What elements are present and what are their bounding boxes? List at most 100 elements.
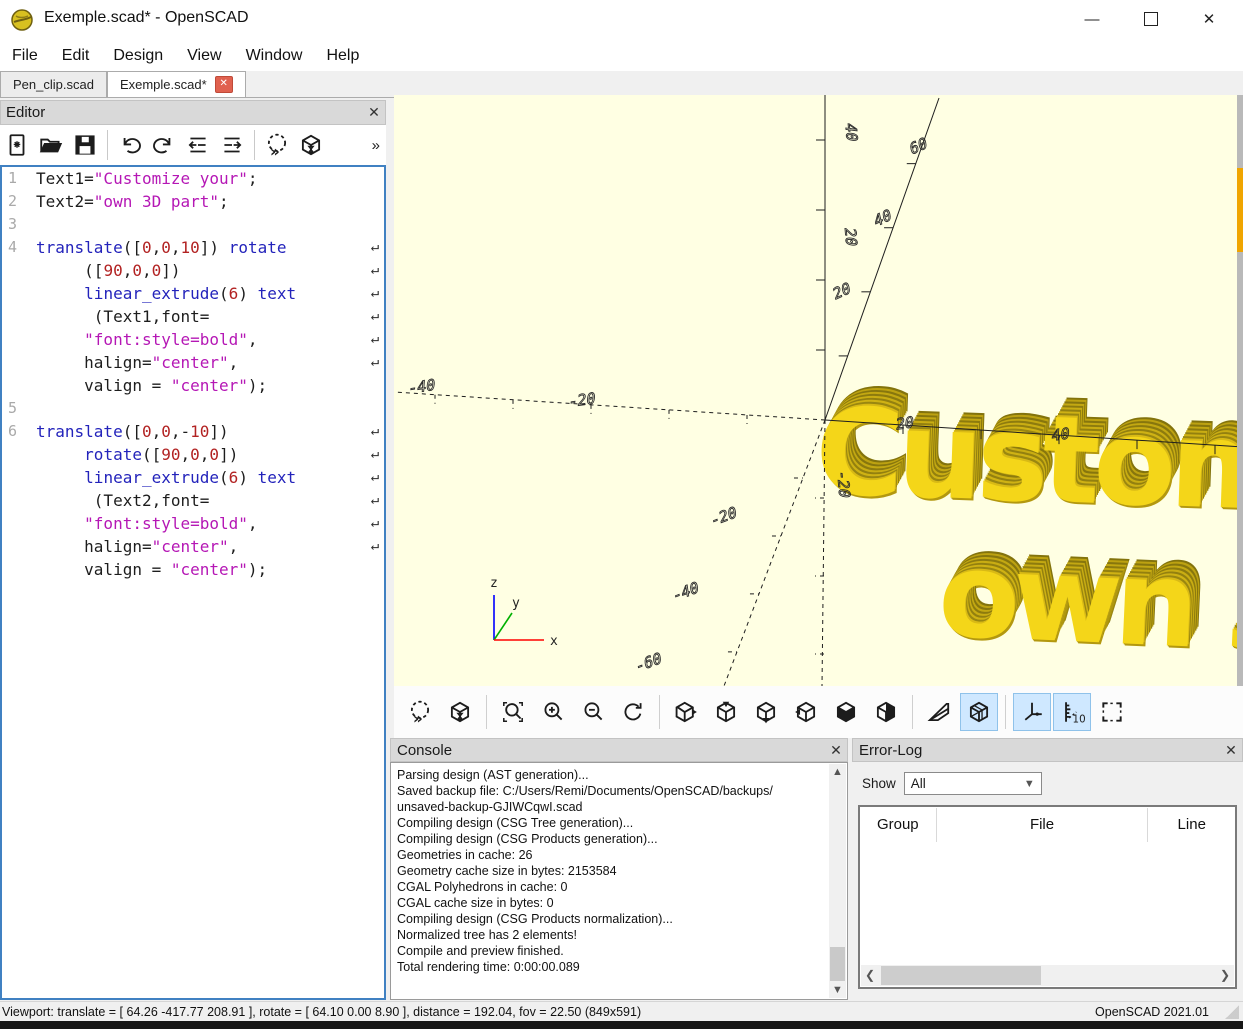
line-number: 2: [2, 190, 36, 213]
resize-grip[interactable]: [1225, 1005, 1239, 1019]
menu-view[interactable]: View: [175, 43, 233, 69]
zoom-out-icon: [580, 699, 606, 725]
show-scale-button[interactable]: 10: [1053, 693, 1091, 731]
scroll-right-icon[interactable]: ❯: [1216, 965, 1234, 986]
line-number: [2, 489, 36, 512]
save-file-icon: [72, 132, 98, 158]
show-filter-dropdown[interactable]: All ▼: [904, 772, 1042, 795]
code-row: rotate([90,0,0])↵: [2, 443, 384, 466]
code-line-text: halign="center",: [36, 535, 366, 558]
errorlog-close-icon[interactable]: ✕: [1220, 742, 1242, 759]
console-output[interactable]: Parsing design (AST generation)...Saved …: [390, 762, 848, 1000]
perspective-button[interactable]: [920, 693, 958, 731]
console-line: Saved backup file: C:/Users/Remi/Documen…: [397, 783, 827, 799]
code-row: halign="center",↵: [2, 351, 384, 374]
menu-file[interactable]: File: [0, 43, 50, 69]
show-axes-icon: [1019, 699, 1045, 725]
axis-tick-label: -20: [710, 503, 738, 530]
errorlog-scroll-thumb[interactable]: [881, 966, 1041, 985]
toolbar-separator: [254, 130, 255, 160]
view-back-button[interactable]: [867, 693, 905, 731]
show-axes-button[interactable]: [1013, 693, 1051, 731]
toolbar-overflow-button[interactable]: »: [372, 137, 380, 154]
zoom-in-button[interactable]: [534, 693, 572, 731]
code-line-text: rotate([90,0,0]): [36, 443, 366, 466]
maximize-button[interactable]: [1128, 0, 1174, 38]
view-left-button[interactable]: [787, 693, 825, 731]
viewport-toolbar: » 10: [394, 686, 1243, 738]
scroll-left-icon[interactable]: ❮: [861, 965, 879, 986]
menu-edit[interactable]: Edit: [50, 43, 102, 69]
view-back-icon: [873, 699, 899, 725]
viewport-status-text: Viewport: translate = [ 64.26 -417.77 20…: [2, 1005, 1095, 1019]
render-icon: [298, 132, 324, 158]
wrap-marker-icon: [366, 190, 384, 213]
close-button[interactable]: ✕: [1186, 0, 1232, 38]
console-scroll-thumb[interactable]: [830, 947, 845, 981]
tab-exemple-scad-[interactable]: Exemple.scad*✕: [107, 71, 246, 97]
console-line: CGAL Polyhedrons in cache: 0: [397, 879, 827, 895]
save-file-button[interactable]: [69, 129, 101, 161]
console-scrollbar[interactable]: ▲ ▼: [829, 764, 846, 998]
menu-help[interactable]: Help: [314, 43, 371, 69]
view-all-button[interactable]: [1093, 693, 1131, 731]
wrap-marker-icon: ↵: [366, 305, 384, 328]
menu-window[interactable]: Window: [234, 43, 315, 69]
code-row: 6translate([0,0,-10])↵: [2, 420, 384, 443]
unindent-button[interactable]: [182, 129, 214, 161]
undo-button[interactable]: [114, 129, 146, 161]
code-editor[interactable]: 1Text1="Customize your";2Text2="own 3D p…: [0, 165, 386, 1000]
errorlog-panel-title: Error-Log: [859, 742, 1220, 759]
axis-tick-label: 20: [841, 227, 861, 247]
orthogonal-button[interactable]: [960, 693, 998, 731]
column-header-group[interactable]: Group: [860, 808, 937, 842]
redo-icon: [151, 132, 177, 158]
open-file-button[interactable]: [35, 129, 67, 161]
axis-tick-label: 40: [841, 122, 861, 142]
code-line-text: translate([0,0,10]) rotate: [36, 236, 366, 259]
svg-text:»: »: [413, 709, 423, 725]
scroll-up-icon[interactable]: ▲: [829, 764, 846, 780]
tab-label: Pen_clip.scad: [13, 77, 94, 92]
unindent-icon: [185, 132, 211, 158]
preview-button[interactable]: »: [261, 129, 293, 161]
console-line: unsaved-backup-GJIWCqwI.scad: [397, 799, 827, 815]
column-header-file[interactable]: File: [937, 808, 1149, 842]
zoom-out-button[interactable]: [574, 693, 612, 731]
view-bottom-button[interactable]: [747, 693, 785, 731]
line-number: 3: [2, 213, 36, 236]
zoom-all-icon: [500, 699, 526, 725]
wrap-marker-icon: ↵: [366, 236, 384, 259]
3d-viewport[interactable]: Customize your own 3D part -40-202040402…: [394, 95, 1243, 686]
view-front-icon: [833, 699, 859, 725]
status-bar: Viewport: translate = [ 64.26 -417.77 20…: [0, 1001, 1243, 1021]
console-line: Total rendering time: 0:00:00.089: [397, 959, 827, 975]
view-front-button[interactable]: [827, 693, 865, 731]
scroll-down-icon[interactable]: ▼: [829, 982, 846, 998]
wrap-marker-icon: ↵: [366, 443, 384, 466]
new-file-button[interactable]: [1, 129, 33, 161]
code-line-text: (Text2,font=: [36, 489, 366, 512]
preview-button[interactable]: »: [401, 693, 439, 731]
console-close-icon[interactable]: ✕: [825, 742, 847, 759]
indent-button[interactable]: [216, 129, 248, 161]
reset-view-button[interactable]: [614, 693, 652, 731]
editor-close-icon[interactable]: ✕: [363, 104, 385, 121]
code-line-text: ([90,0,0]): [36, 259, 366, 282]
minimize-button[interactable]: —: [1069, 0, 1115, 38]
view-right-button[interactable]: [667, 693, 705, 731]
redo-button[interactable]: [148, 129, 180, 161]
show-filter-value: All: [911, 776, 926, 791]
axis-indicator-label-y: y: [512, 596, 520, 611]
zoom-all-button[interactable]: [494, 693, 532, 731]
zoom-in-icon: [540, 699, 566, 725]
view-top-button[interactable]: [707, 693, 745, 731]
console-line: Geometry cache size in bytes: 2153584: [397, 863, 827, 879]
errorlog-scrollbar[interactable]: ❮ ❯: [861, 965, 1234, 986]
tab-pen-clip-scad[interactable]: Pen_clip.scad: [0, 71, 107, 97]
tab-close-icon[interactable]: ✕: [215, 76, 233, 93]
render-button[interactable]: [295, 129, 327, 161]
column-header-line[interactable]: Line: [1148, 808, 1235, 842]
render-button[interactable]: [441, 693, 479, 731]
menu-design[interactable]: Design: [101, 43, 175, 69]
